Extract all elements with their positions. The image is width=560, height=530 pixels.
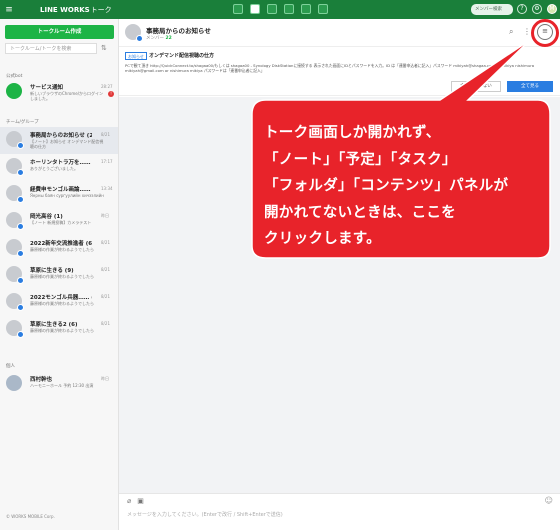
bot-avatar bbox=[6, 83, 22, 99]
settings-gear-icon[interactable]: ⚙ bbox=[532, 4, 542, 14]
message-composer: ⌀ ▣ ☺ メッセージを入力してください。(Enterで改行 / Shift+E… bbox=[119, 493, 560, 530]
group-avatar bbox=[6, 131, 24, 149]
contacts-icon[interactable] bbox=[318, 4, 328, 14]
notice-tag: お知らせ bbox=[125, 52, 147, 60]
attach-icon[interactable]: ⌀ bbox=[127, 497, 131, 505]
room-members[interactable]: メンバー 22 bbox=[146, 35, 172, 41]
message-input[interactable]: メッセージを入力してください。(Enterで改行 / Shift+Enterで送… bbox=[127, 511, 283, 518]
list-item[interactable]: 2022モンゴル兵器…… (12) 8/21 藤原様の作業が終わるようでしたら bbox=[0, 289, 118, 316]
sort-icon[interactable]: ⇅ bbox=[101, 44, 107, 52]
notice-more-button[interactable]: 全て見る bbox=[507, 81, 553, 92]
group-avatar bbox=[6, 185, 24, 203]
group-avatar bbox=[6, 266, 24, 284]
section-personal: 個人 bbox=[6, 364, 15, 369]
section-group: チーム/グループ bbox=[6, 120, 39, 125]
home-icon[interactable] bbox=[233, 4, 243, 14]
sticker-icon[interactable]: ▣ bbox=[137, 497, 144, 505]
highlight-ring bbox=[531, 19, 559, 47]
drive-icon[interactable] bbox=[284, 4, 294, 14]
unread-badge: ! bbox=[108, 91, 114, 97]
list-item[interactable]: サービス通知 28:27 新しいブラウザのChrome/からログインしました。 … bbox=[0, 79, 118, 106]
hamburger-menu-icon[interactable]: ≡ bbox=[0, 5, 18, 15]
list-item[interactable]: 2022新年交流推進者 (6) 8/21 藤原様の作業が終わるようでしたら bbox=[0, 235, 118, 262]
list-item[interactable]: 草原に生きる2 (6) 8/21 藤原様の作業が終わるようでしたら bbox=[0, 316, 118, 343]
room-avatar bbox=[125, 24, 143, 42]
help-icon[interactable]: ? bbox=[517, 4, 527, 14]
list-item[interactable]: 西村幹也 昨日 ハーモニーホール 予約 12:30 出演 bbox=[0, 371, 118, 398]
top-bar: ≡ LINE WORKSトーク メンバー検索 ? ⚙ M bbox=[0, 0, 560, 19]
member-search-input[interactable]: メンバー検索 bbox=[471, 4, 513, 15]
create-room-button[interactable]: トークルーム作成 bbox=[5, 25, 114, 39]
user-avatar[interactable]: M bbox=[547, 4, 557, 14]
list-item[interactable]: 草原に生きる (9) 8/21 藤原様の作業が終わるようでしたら bbox=[0, 262, 118, 289]
callout-text: トーク画面しか開かれず、 「ノート」「予定」「タスク」 「フォルダ」「コンテンツ… bbox=[264, 125, 509, 247]
group-avatar bbox=[6, 158, 24, 176]
talk-room-list: トークルーム作成 トークルーム/トークを検索 ⇅ 公式bot サービス通知 28… bbox=[0, 19, 119, 530]
app-title: LINE WORKSトーク bbox=[40, 5, 112, 14]
list-item[interactable]: 岡光高谷 (1) 昨日 【ノート 新規投稿】カメラテスト bbox=[0, 208, 118, 235]
calendar-icon[interactable] bbox=[267, 4, 277, 14]
task-icon[interactable] bbox=[301, 4, 311, 14]
group-avatar bbox=[6, 320, 24, 338]
list-item[interactable]: 経費申モンゴル画論…… (3) 13:34 Янрны баян сургуул… bbox=[0, 181, 118, 208]
list-item[interactable]: ホーリンタトラ万を…… (2) 17:17 ありがとうございました。 bbox=[0, 154, 118, 181]
notice-body: PCで観て頂き http://QuickConnect.to/shagaa00/… bbox=[125, 63, 535, 73]
group-avatar bbox=[6, 239, 24, 257]
search-icon[interactable]: ⌕ bbox=[509, 27, 513, 37]
group-avatar bbox=[6, 293, 24, 311]
copyright: © WORKS MOBILE Corp. bbox=[6, 514, 55, 519]
room-search-input[interactable]: トークルーム/トークを検索 bbox=[5, 43, 97, 54]
talk-room-view: 事務局からのお知らせ メンバー 22 ⌕ ⋮ ≡ お知らせ オンデマンド配信視聴… bbox=[119, 19, 560, 530]
notice-bar: お知らせ オンデマンド配信視聴の仕方 PCで観て頂き http://QuickC… bbox=[119, 48, 560, 96]
group-avatar bbox=[6, 212, 24, 230]
more-options-icon[interactable]: ⋮ bbox=[523, 27, 531, 36]
room-header: 事務局からのお知らせ メンバー 22 ⌕ ⋮ ≡ bbox=[119, 19, 560, 47]
notice-hide-button[interactable]: 今後表示しない bbox=[451, 81, 501, 92]
room-title: 事務局からのお知らせ bbox=[146, 27, 211, 35]
app-switcher bbox=[233, 4, 328, 14]
talk-icon[interactable] bbox=[250, 4, 260, 14]
notice-title: オンデマンド配信視聴の仕方 bbox=[149, 53, 215, 59]
emoji-icon[interactable]: ☺ bbox=[545, 496, 553, 505]
list-item[interactable]: 事務局からのお知らせ (22) 8/21 【ノート】お知らせ オンデマンド配信視… bbox=[0, 127, 118, 154]
user-avatar bbox=[6, 375, 22, 391]
